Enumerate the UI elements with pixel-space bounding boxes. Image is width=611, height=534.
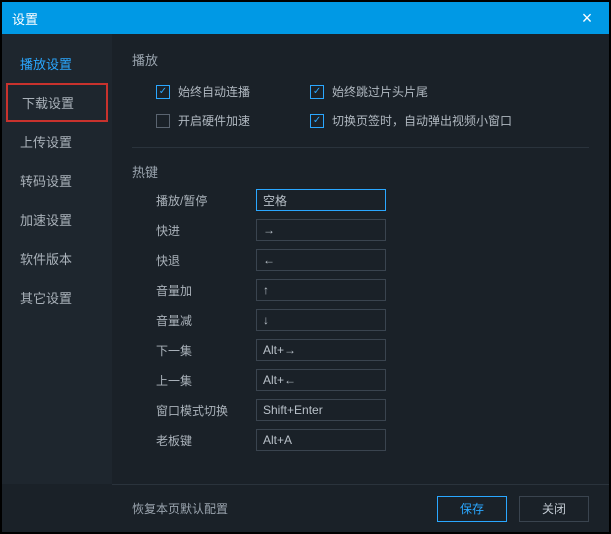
close-button[interactable]: 关闭 — [519, 496, 589, 522]
content-panel: 播放 ✓ 始终自动连播 ✓ 始终跳过片头片尾 开启硬件加速 ✓ 切换页签时，自动… — [112, 34, 609, 484]
reset-defaults-link[interactable]: 恢复本页默认配置 — [132, 500, 228, 517]
hotkeys-list: 播放/暂停 快进 快退 音量加 音量减 下一集 — [132, 189, 589, 451]
checkbox-label: 开启硬件加速 — [178, 112, 250, 129]
sidebar-item-upload[interactable]: 上传设置 — [2, 122, 112, 161]
close-icon[interactable]: × — [575, 8, 599, 29]
hotkey-row-playpause: 播放/暂停 — [156, 189, 589, 211]
hotkey-row-next: 下一集 — [156, 339, 589, 361]
hotkey-row-voldown: 音量减 — [156, 309, 589, 331]
hotkey-input-forward[interactable] — [256, 219, 386, 241]
checkbox-pip[interactable]: ✓ 切换页签时，自动弹出视频小窗口 — [310, 112, 512, 129]
hotkey-input-boss[interactable] — [256, 429, 386, 451]
footer: 恢复本页默认配置 保存 关闭 — [112, 484, 609, 532]
hotkeys-section-title: 热键 — [132, 162, 589, 181]
checkbox-hw-accel[interactable]: 开启硬件加速 — [156, 112, 250, 129]
titlebar: 设置 × — [2, 2, 609, 34]
hotkey-row-forward: 快进 — [156, 219, 589, 241]
checkbox-skip-intro[interactable]: ✓ 始终跳过片头片尾 — [310, 83, 428, 100]
hotkey-row-window: 窗口模式切换 — [156, 399, 589, 421]
hotkey-input-window[interactable] — [256, 399, 386, 421]
sidebar-item-transcode[interactable]: 转码设置 — [2, 161, 112, 200]
playback-section-title: 播放 — [132, 50, 589, 69]
checkbox-autoplay[interactable]: ✓ 始终自动连播 — [156, 83, 250, 100]
hotkey-label: 窗口模式切换 — [156, 402, 256, 419]
checkbox-label: 始终跳过片头片尾 — [332, 83, 428, 100]
hotkey-input-playpause[interactable] — [256, 189, 386, 211]
hotkey-row-volup: 音量加 — [156, 279, 589, 301]
hotkey-label: 下一集 — [156, 342, 256, 359]
sidebar-item-version[interactable]: 软件版本 — [2, 239, 112, 278]
hotkey-input-voldown[interactable] — [256, 309, 386, 331]
check-icon: ✓ — [156, 85, 170, 99]
hotkey-row-boss: 老板键 — [156, 429, 589, 451]
hotkey-label: 快进 — [156, 222, 256, 239]
sidebar: 播放设置 下载设置 上传设置 转码设置 加速设置 软件版本 其它设置 — [2, 34, 112, 484]
save-button[interactable]: 保存 — [437, 496, 507, 522]
divider — [132, 147, 589, 148]
hotkey-label: 老板键 — [156, 432, 256, 449]
checkbox-label: 切换页签时，自动弹出视频小窗口 — [332, 112, 512, 129]
hotkey-input-volup[interactable] — [256, 279, 386, 301]
check-icon — [156, 114, 170, 128]
check-icon: ✓ — [310, 114, 324, 128]
checkbox-label: 始终自动连播 — [178, 83, 250, 100]
window-title: 设置 — [12, 9, 38, 28]
hotkey-input-prev[interactable] — [256, 369, 386, 391]
hotkey-label: 上一集 — [156, 372, 256, 389]
sidebar-item-download[interactable]: 下载设置 — [6, 83, 108, 122]
hotkey-label: 音量加 — [156, 282, 256, 299]
sidebar-item-playback[interactable]: 播放设置 — [2, 44, 112, 83]
hotkey-label: 快退 — [156, 252, 256, 269]
hotkey-row-prev: 上一集 — [156, 369, 589, 391]
hotkey-input-backward[interactable] — [256, 249, 386, 271]
hotkey-label: 音量减 — [156, 312, 256, 329]
check-icon: ✓ — [310, 85, 324, 99]
hotkey-row-backward: 快退 — [156, 249, 589, 271]
sidebar-item-accel[interactable]: 加速设置 — [2, 200, 112, 239]
sidebar-item-other[interactable]: 其它设置 — [2, 278, 112, 317]
hotkey-label: 播放/暂停 — [156, 192, 256, 209]
hotkey-input-next[interactable] — [256, 339, 386, 361]
